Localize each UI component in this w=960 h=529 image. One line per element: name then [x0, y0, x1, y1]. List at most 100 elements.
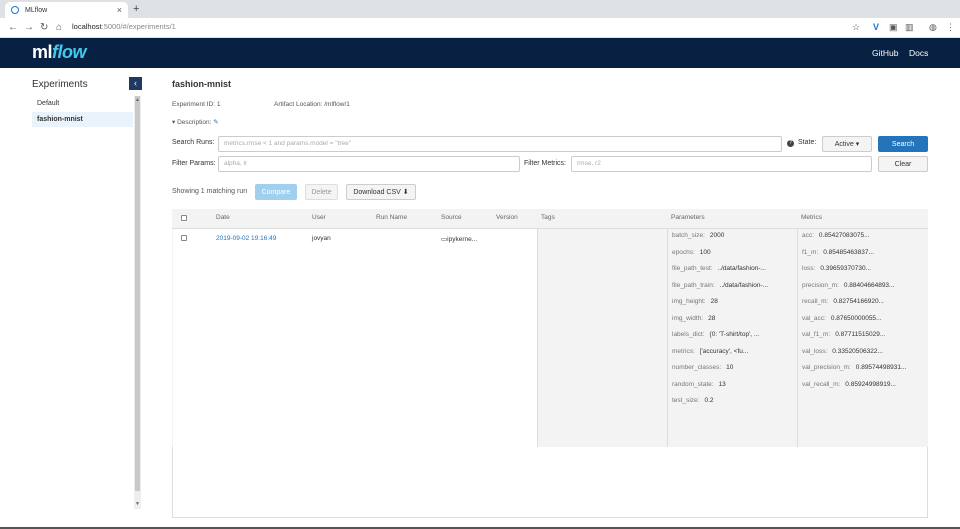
- column-header-run-name[interactable]: Run Name: [376, 214, 407, 221]
- sidebar-scrollbar[interactable]: ▲ ▼: [134, 96, 141, 509]
- compare-button[interactable]: Compare: [255, 184, 297, 200]
- extension-v-icon[interactable]: V: [873, 22, 879, 32]
- search-runs-input[interactable]: metrics.rmse < 1 and params.model = "tre…: [218, 136, 782, 152]
- clear-button[interactable]: Clear: [878, 156, 928, 172]
- column-header-parameters: Parameters: [671, 214, 705, 221]
- mlflow-logo[interactable]: mlflow: [32, 42, 87, 63]
- column-divider: [537, 229, 538, 447]
- param-key: labels_dict:: [672, 331, 705, 338]
- param-key: epochs:: [672, 248, 695, 256]
- reload-icon[interactable]: ↻: [40, 22, 48, 33]
- select-all-checkbox[interactable]: [181, 215, 187, 221]
- metric-key: val_recall_m:: [802, 380, 841, 388]
- run-date-link[interactable]: 2019-09-02 19:16:49: [216, 235, 276, 242]
- param-key: number_classes:: [672, 364, 722, 371]
- metric-entry: recall_m: 0.82754166920...: [802, 298, 884, 305]
- extension-icon[interactable]: ▥: [905, 22, 914, 33]
- sidebar-title: Experiments: [32, 79, 88, 90]
- github-link[interactable]: GitHub: [872, 48, 898, 58]
- column-header-date[interactable]: Date: [216, 214, 230, 221]
- row-main-cells: [173, 229, 537, 447]
- param-entry: epochs: 100: [672, 249, 711, 256]
- metric-entry: val_acc: 0.87650000055...: [802, 315, 881, 322]
- delete-button[interactable]: Delete: [305, 184, 338, 200]
- menu-icon[interactable]: ⋮: [946, 22, 955, 33]
- metric-value: 0.87711515029...: [835, 331, 886, 338]
- star-icon[interactable]: ☆: [852, 22, 860, 33]
- param-key: img_width:: [672, 314, 704, 322]
- param-value: ['accuracy', <fu...: [699, 347, 749, 355]
- row-checkbox[interactable]: [181, 235, 187, 241]
- metric-value: 0.88404664893...: [843, 281, 895, 289]
- edit-icon[interactable]: ✎: [213, 119, 218, 126]
- metric-value: 0.33520506322...: [832, 347, 883, 355]
- column-header-version[interactable]: Version: [496, 214, 518, 221]
- param-value: {0: 'T-shirt/top', ...: [709, 331, 760, 338]
- param-value: 28: [708, 314, 716, 322]
- param-value: 13: [718, 380, 726, 388]
- forward-icon[interactable]: →: [24, 22, 34, 33]
- state-dropdown[interactable]: Active ▾: [822, 136, 872, 152]
- metric-key: val_acc:: [802, 314, 826, 322]
- param-value: 28: [710, 298, 718, 305]
- param-entry: file_path_train: ../data/fashion-...: [672, 282, 768, 289]
- param-entry: test_size: 0.2: [672, 397, 714, 404]
- artifact-location: Artifact Location: /mlflow/1: [274, 101, 350, 108]
- param-key: file_path_train:: [672, 281, 715, 289]
- run-date[interactable]: 2019-09-02 19:16:49: [216, 235, 276, 242]
- state-label: State:: [798, 139, 817, 146]
- logo-ml: ml: [32, 42, 53, 62]
- metric-value: 0.82754166920...: [833, 298, 884, 305]
- metric-key: precision_m:: [802, 281, 839, 289]
- scrollbar-thumb[interactable]: [135, 96, 140, 491]
- home-icon[interactable]: ⌂: [56, 22, 62, 33]
- param-value: 0.2: [704, 397, 714, 404]
- filter-params-input[interactable]: alpha, lr: [218, 156, 520, 172]
- metric-key: loss:: [802, 265, 816, 272]
- param-value: ../data/fashion-...: [719, 281, 769, 289]
- experiment-id-label: Experiment ID:: [172, 101, 215, 108]
- filter-metrics-input[interactable]: rmse, r2: [571, 156, 872, 172]
- logo-flow: flow: [52, 42, 87, 62]
- metric-entry: f1_m: 0.85485463837...: [802, 249, 874, 256]
- experiment-id: Experiment ID: 1: [172, 101, 220, 108]
- download-icon: ⬇: [402, 189, 409, 196]
- back-icon[interactable]: ←: [8, 22, 18, 33]
- scroll-down-icon[interactable]: ▼: [135, 501, 140, 507]
- docs-link[interactable]: Docs: [909, 48, 928, 58]
- metric-key: f1_m:: [802, 248, 819, 256]
- download-csv-label: Download CSV: [353, 189, 401, 196]
- column-header-user[interactable]: User: [312, 214, 326, 221]
- metric-value: 0.89574498931...: [855, 364, 907, 371]
- address-bar[interactable]: localhost:5000/#/experiments/1: [72, 22, 176, 31]
- new-tab-icon[interactable]: +: [133, 3, 139, 15]
- collapse-sidebar-button[interactable]: ‹: [129, 77, 142, 90]
- scroll-up-icon[interactable]: ▲: [135, 97, 140, 103]
- browser-tab[interactable]: MLflow ×: [5, 2, 128, 18]
- param-entry: img_width: 28: [672, 315, 715, 322]
- extension-icon[interactable]: ▣: [889, 22, 898, 33]
- metric-entry: precision_m: 0.88404664893...: [802, 282, 894, 289]
- help-icon[interactable]: ?: [787, 140, 794, 147]
- experiment-id-value: 1: [216, 101, 221, 108]
- param-value: 10: [726, 364, 734, 371]
- column-header-metrics: Metrics: [801, 214, 822, 221]
- close-tab-icon[interactable]: ×: [117, 5, 122, 15]
- sidebar-item-default[interactable]: Default: [32, 96, 133, 111]
- param-entry: number_classes: 10: [672, 364, 733, 371]
- download-csv-button[interactable]: Download CSV ⬇: [346, 184, 416, 200]
- sidebar-item-fashion-mnist[interactable]: fashion-mnist: [32, 112, 133, 127]
- param-entry: file_path_test: ../data/fashion-...: [672, 265, 766, 272]
- metric-value: 0.85485463837...: [823, 248, 874, 256]
- column-header-source[interactable]: Source: [441, 214, 462, 221]
- param-key: test_size:: [672, 397, 700, 404]
- description-toggle[interactable]: ▾ Description: ✎: [172, 118, 219, 126]
- metric-value: 0.87650000055...: [830, 314, 882, 322]
- matching-runs-count: Showing 1 matching run: [172, 188, 248, 195]
- column-divider: [797, 229, 798, 447]
- search-button[interactable]: Search: [878, 136, 928, 152]
- run-source[interactable]: ▭ipykerne...: [441, 235, 477, 243]
- param-key: batch_size:: [672, 232, 705, 239]
- profile-icon[interactable]: ◍: [929, 22, 937, 33]
- artifact-value: /mlflow/1: [324, 101, 350, 108]
